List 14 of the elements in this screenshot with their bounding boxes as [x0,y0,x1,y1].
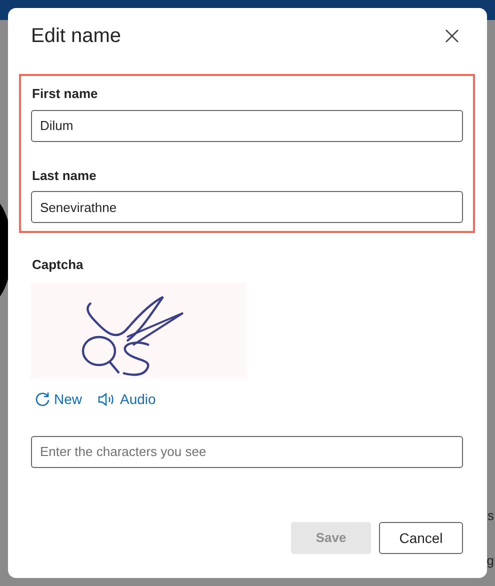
new-link[interactable]: New [34,388,82,410]
background-text: s [488,507,494,525]
text-field[interactable]: Dilum [31,110,463,142]
background-text: g [486,552,494,570]
captcha-field[interactable]: Enter the characters you see [31,436,463,468]
dialog-title: Edit name [31,24,122,48]
cancel-button[interactable]: Cancel [379,522,463,554]
audio-link[interactable]: Audio [98,388,156,410]
field-label: Last name [32,166,98,184]
text-field[interactable]: Senevirathne [31,191,463,223]
refresh-icon [34,390,51,408]
close-icon [445,29,459,43]
field-label: First name [32,85,99,103]
captcha-label: Captcha [32,256,84,274]
